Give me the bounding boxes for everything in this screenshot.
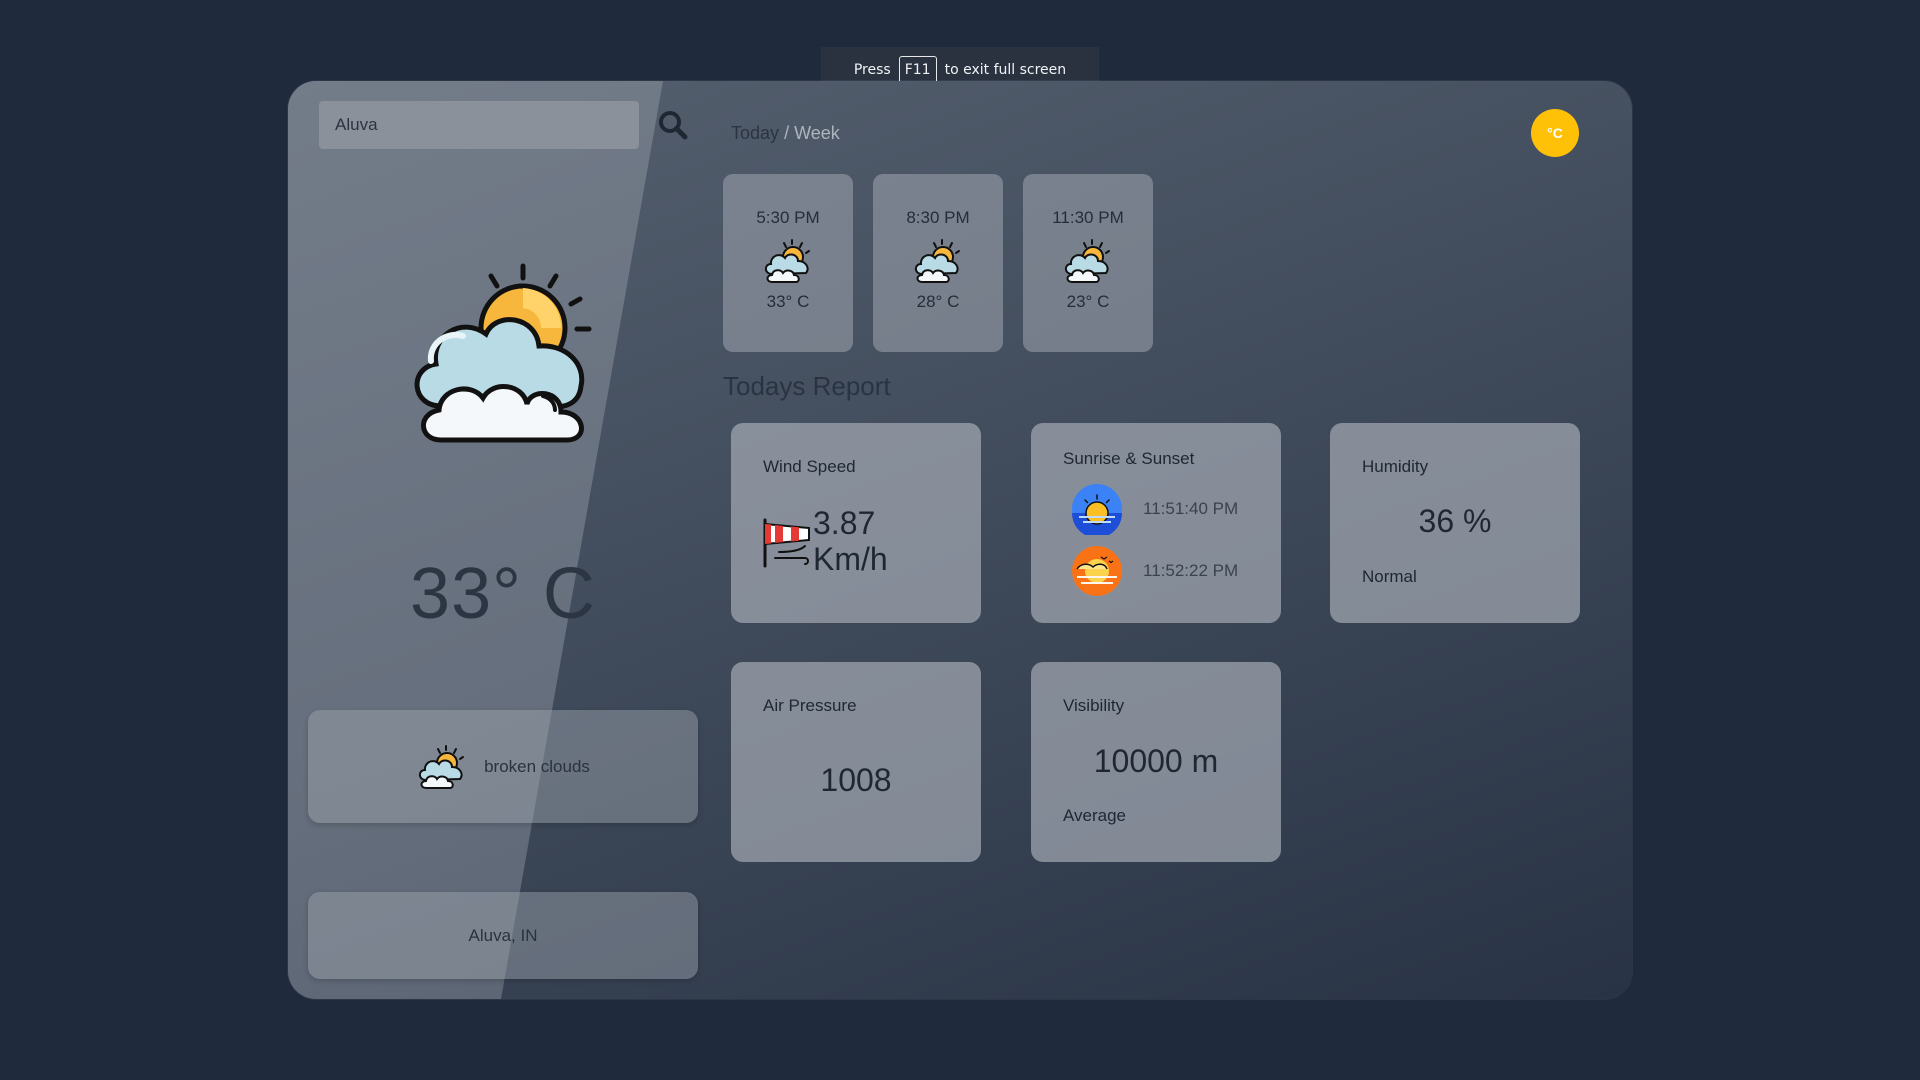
humidity-tile: Humidity 36 % Normal — [1330, 423, 1580, 623]
partly-cloudy-icon — [418, 744, 465, 789]
air-pressure-value: 1008 — [820, 762, 892, 798]
partly-cloudy-icon — [764, 239, 810, 283]
report-title: Todays Report — [723, 371, 891, 401]
visibility-value: 10000 m — [1093, 743, 1219, 779]
description-card: broken clouds — [308, 710, 698, 823]
hourly-time: 11:30 PM — [1052, 208, 1124, 227]
hourly-temperature: 33° C — [766, 292, 810, 311]
sunrise-icon — [1072, 484, 1122, 535]
search-input[interactable] — [319, 101, 639, 149]
hourly-time: 8:30 PM — [906, 208, 970, 227]
hourly-forecast: 5:30 PM 33° C 8:30 PM 28° C 11:30 PM 23°… — [723, 174, 1153, 352]
partly-cloudy-icon — [414, 263, 592, 443]
air-pressure-label: Air Pressure — [763, 696, 857, 715]
current-temperature: 33° C — [410, 554, 596, 634]
hourly-temperature: 23° C — [1066, 292, 1110, 311]
weather-card: 33° C broken clouds Aluva, IN Today / We… — [288, 81, 1632, 999]
toast-press-text: Press — [853, 62, 891, 78]
weather-description: broken clouds — [484, 756, 590, 776]
wind-speed-value: 3.87 Km/h — [813, 505, 888, 577]
sunset-time: 11:52:22 PM — [1143, 561, 1239, 580]
hourly-time: 5:30 PM — [756, 208, 820, 227]
sunrise-row: 11:51:40 PM — [1071, 483, 1238, 535]
wind-speed-unit: Km/h — [813, 541, 888, 577]
visibility-label: Visibility — [1063, 696, 1125, 715]
hourly-card: 5:30 PM 33° C — [723, 174, 853, 352]
sunrise-time: 11:51:40 PM — [1143, 499, 1239, 518]
wind-speed-number: 3.87 — [813, 505, 876, 541]
sunset-icon — [1072, 546, 1122, 596]
hourly-card: 11:30 PM 23° C — [1023, 174, 1153, 352]
humidity-value: 36 % — [1418, 503, 1492, 539]
humidity-label: Humidity — [1362, 457, 1429, 476]
location-label: Aluva, IN — [468, 925, 538, 945]
sunrise-sunset-tile: Sunrise & Sunset 11:51:40 PM 11:52:22 PM — [1031, 423, 1281, 623]
toggle-separator: / — [784, 123, 790, 143]
air-pressure-tile: Air Pressure 1008 — [731, 662, 981, 862]
sunrise-sunset-label: Sunrise & Sunset — [1063, 449, 1195, 468]
view-toggle: Today / Week — [731, 123, 840, 144]
location-card: Aluva, IN — [308, 892, 698, 979]
hourly-card: 8:30 PM 28° C — [873, 174, 1003, 352]
humidity-status: Normal — [1362, 567, 1417, 586]
hourly-temperature: 28° C — [916, 292, 960, 311]
toast-suffix-text: to exit full screen — [944, 62, 1067, 78]
visibility-tile: Visibility 10000 m Average — [1031, 662, 1281, 862]
visibility-status: Average — [1063, 806, 1127, 825]
tab-week[interactable]: Week — [794, 123, 840, 143]
partly-cloudy-icon — [914, 239, 960, 283]
tab-today[interactable]: Today — [731, 123, 779, 143]
wind-speed-label: Wind Speed — [763, 457, 856, 476]
partly-cloudy-icon — [1064, 239, 1110, 283]
search-icon[interactable] — [657, 109, 689, 141]
sunset-row: 11:52:22 PM — [1071, 545, 1238, 597]
wind-speed-tile: Wind Speed 3.87 Km/h — [731, 423, 981, 623]
windsock-icon — [763, 518, 810, 568]
unit-toggle-button[interactable]: °C — [1531, 109, 1579, 157]
toast-key: F11 — [898, 56, 937, 84]
